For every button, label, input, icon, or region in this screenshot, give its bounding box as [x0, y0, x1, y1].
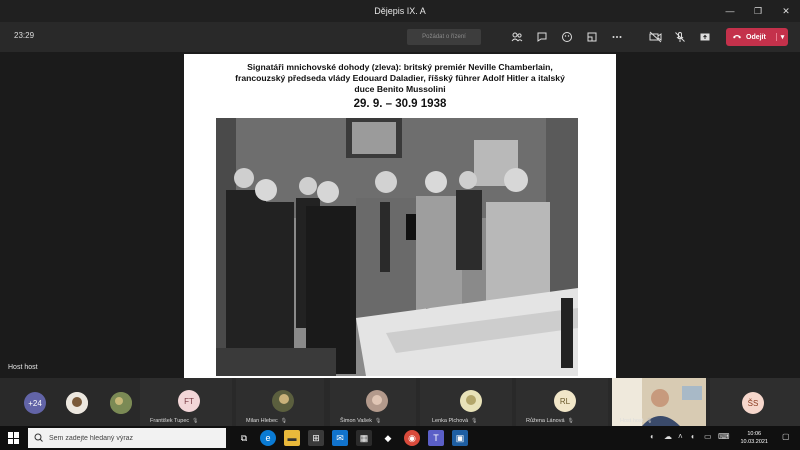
windows-taskbar: ⧉ e ▬ ⊞ ✉ ▦ ◆ ◉ T ▣ ◐ ☁ ˄ ◖ ▭ ⌨ 10:06 10…	[0, 426, 800, 450]
participant-name: Šimon Vašek 🎙	[340, 418, 382, 424]
explorer-icon[interactable]: ▬	[284, 430, 300, 446]
mic-off-icon: 🎙	[646, 418, 653, 424]
volume-icon[interactable]: ◖	[690, 432, 695, 441]
title-bar: Dějepis IX. A — ❐ ✕	[0, 0, 800, 22]
more-icon[interactable]	[610, 30, 624, 44]
search-input[interactable]	[49, 434, 219, 442]
leave-label: Odejít	[746, 33, 766, 41]
cloud-icon[interactable]: ☁	[664, 432, 672, 441]
participant-name: Milan Hlebec 🎙	[246, 418, 288, 424]
window-controls: — ❐ ✕	[716, 0, 800, 22]
meeting-timer: 23:29	[14, 31, 35, 40]
historical-photo	[216, 118, 578, 376]
chat-icon[interactable]	[535, 30, 549, 44]
rooms-icon[interactable]	[585, 30, 599, 44]
avatar	[460, 390, 482, 412]
windows-start-icon[interactable]	[8, 432, 20, 444]
mic-off-icon: 🎙	[471, 418, 478, 424]
notifications-icon[interactable]: ▢	[782, 432, 790, 441]
avatar	[366, 390, 388, 412]
phone-icon	[732, 32, 742, 42]
photos-icon[interactable]: ▣	[452, 430, 468, 446]
mic-off-icon: 🎙	[567, 418, 574, 424]
presenter-label: Host host	[8, 364, 38, 371]
participant-tile[interactable]: RL Růžena Lánová 🎙	[516, 378, 608, 426]
slide-title-line: francouzský předseda vlády Edouard Dalad…	[235, 73, 565, 83]
mic-off-icon: 🎙	[375, 418, 382, 424]
chevron-down-icon[interactable]: ▾	[776, 33, 788, 41]
share-icon[interactable]	[698, 30, 712, 44]
teams-icon[interactable]: T	[428, 430, 444, 446]
participants-icon[interactable]	[510, 30, 524, 44]
participant-tile[interactable]: ŠS	[710, 378, 800, 426]
clock-time: 10:06	[747, 431, 762, 437]
avatar	[272, 390, 294, 412]
participant-video-tile[interactable]: Host host 🎙	[612, 378, 706, 426]
participant-tile[interactable]: Milan Hlebec 🎙	[236, 378, 324, 426]
leave-button[interactable]: Odejít ▾	[726, 28, 788, 46]
participant-tile[interactable]: FT František Tupec 🎙	[140, 378, 232, 426]
avatar: RL	[554, 390, 576, 412]
minimize-icon[interactable]: —	[716, 0, 744, 22]
edge-icon[interactable]: e	[260, 430, 276, 446]
taskbar-search[interactable]	[28, 428, 226, 448]
language-icon[interactable]: ⌨	[718, 432, 730, 441]
slide-date: 29. 9. – 30.9 1938	[353, 98, 447, 110]
avatar[interactable]	[66, 392, 88, 414]
taskbar-clock[interactable]: 10:06 10.03.2021	[740, 430, 768, 446]
participant-tile[interactable]: Lenka Plchová 🎙	[420, 378, 512, 426]
search-icon	[34, 429, 43, 447]
avatar: FT	[178, 390, 200, 412]
mic-off-icon: 🎙	[280, 418, 288, 424]
slide-title: Signatáři mnichovské dohody (zleva): bri…	[192, 62, 608, 95]
network-icon[interactable]: ◐	[650, 432, 655, 441]
meeting-toolbar: 23:29 Požádat o řízení Odejít ▾	[0, 22, 800, 52]
chevron-up-icon[interactable]: ˄	[678, 432, 683, 441]
mic-off-icon[interactable]	[673, 30, 687, 44]
maximize-icon[interactable]: ❐	[744, 0, 772, 22]
shared-slide: Signatáři mnichovské dohody (zleva): bri…	[184, 54, 616, 378]
avatar: ŠS	[742, 392, 764, 414]
meeting-stage: Signatáři mnichovské dohody (zleva): bri…	[0, 52, 800, 378]
teams-meeting-window: Dějepis IX. A — ❐ ✕ 23:29 Požádat o říze…	[0, 0, 800, 450]
camera-off-icon[interactable]	[648, 30, 662, 44]
participant-tile[interactable]: Šimon Vašek 🎙	[330, 378, 416, 426]
mic-off-icon: 🎙	[192, 418, 199, 424]
calendar-icon[interactable]: ▦	[356, 430, 372, 446]
participant-name: František Tupec 🎙	[150, 418, 199, 424]
window-title: Dějepis IX. A	[374, 6, 426, 16]
dropbox-icon[interactable]: ◆	[380, 430, 396, 446]
network-icon[interactable]: ▭	[704, 432, 712, 441]
task-view-icon[interactable]: ⧉	[236, 430, 252, 446]
overflow-participants-count[interactable]: +24	[24, 392, 46, 414]
participant-name: Host host 🎙	[620, 418, 653, 424]
clock-date: 10.03.2021	[740, 439, 768, 445]
slide-title-line: duce Benito Mussolini	[354, 84, 446, 94]
close-icon[interactable]: ✕	[772, 0, 800, 22]
store-icon[interactable]: ⊞	[308, 430, 324, 446]
slide-title-line: Signatáři mnichovské dohody (zleva): bri…	[247, 62, 553, 72]
mail-icon[interactable]: ✉	[332, 430, 348, 446]
participant-name: Růžena Lánová 🎙	[526, 418, 574, 424]
participant-strip: +24 FT František Tupec 🎙 Milan Hlebec 🎙 Ši…	[0, 378, 800, 426]
chrome-icon[interactable]: ◉	[404, 430, 420, 446]
avatar[interactable]	[110, 392, 132, 414]
participant-name: Lenka Plchová 🎙	[432, 418, 478, 424]
reactions-icon[interactable]	[560, 30, 574, 44]
request-control-button[interactable]: Požádat o řízení	[407, 29, 481, 45]
